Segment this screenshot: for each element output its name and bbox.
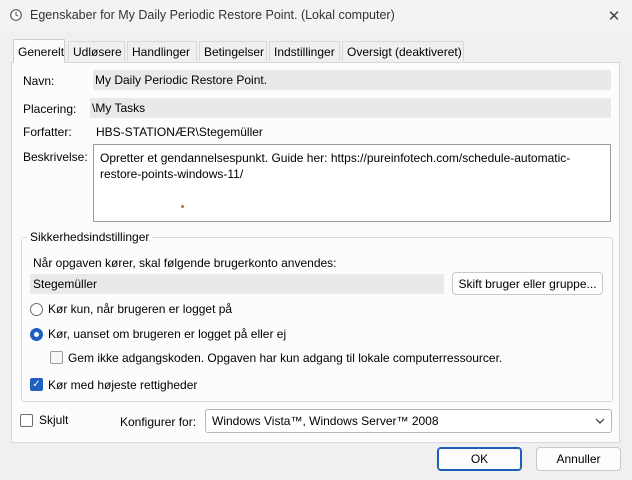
task-clock-icon xyxy=(10,9,22,21)
text-cursor-mark xyxy=(181,205,184,208)
window-title: Egenskaber for My Daily Periodic Restore… xyxy=(30,8,395,22)
checkbox-no-store-password-label[interactable]: Gem ikke adgangskoden. Opgaven har kun a… xyxy=(68,351,502,365)
description-label: Beskrivelse: xyxy=(23,150,88,164)
author-label: Forfatter: xyxy=(23,125,72,139)
change-user-button[interactable]: Skift bruger eller gruppe... xyxy=(452,272,603,295)
radio-run-always[interactable] xyxy=(30,328,43,341)
radio-run-logged-on[interactable] xyxy=(30,303,43,316)
location-field: \My Tasks xyxy=(90,98,611,118)
name-label: Navn: xyxy=(23,74,55,88)
author-value: HBS-STATIONÆR\Stegemüller xyxy=(96,125,263,139)
configure-for-value: Windows Vista™, Windows Server™ 2008 xyxy=(212,414,439,428)
user-account-field: Stegemüller xyxy=(30,274,444,294)
description-textbox[interactable]: Opretter et gendannelsespunkt. Guide her… xyxy=(93,144,611,222)
security-options-legend: Sikkerhedsindstillinger xyxy=(27,230,153,244)
location-label: Placering: xyxy=(23,102,77,116)
checkbox-hidden[interactable] xyxy=(20,414,33,427)
configure-for-label: Konfigurer for: xyxy=(120,415,197,429)
checkbox-highest-privileges[interactable]: ✓ xyxy=(30,378,43,391)
checkbox-highest-privileges-label[interactable]: Kør med højeste rettigheder xyxy=(48,378,197,392)
checkmark-icon: ✓ xyxy=(32,379,41,390)
tab-general[interactable]: Generelt xyxy=(13,39,65,63)
cancel-button[interactable]: Annuller xyxy=(536,447,621,471)
checkbox-hidden-label[interactable]: Skjult xyxy=(39,413,68,427)
close-button[interactable]: ✕ xyxy=(596,0,632,31)
ok-button[interactable]: OK xyxy=(437,447,522,471)
configure-for-dropdown[interactable]: Windows Vista™, Windows Server™ 2008 xyxy=(205,409,612,433)
tab-conditions[interactable]: Betingelser xyxy=(199,41,267,61)
name-field[interactable]: My Daily Periodic Restore Point. xyxy=(93,70,611,90)
chevron-down-icon xyxy=(595,418,605,424)
tab-history[interactable]: Oversigt (deaktiveret) xyxy=(342,41,464,61)
tab-actions[interactable]: Handlinger xyxy=(127,41,197,61)
radio-run-always-label[interactable]: Kør, uanset om brugeren er logget på ell… xyxy=(48,327,286,341)
account-prompt: Når opgaven kører, skal følgende brugerk… xyxy=(33,256,337,270)
tab-triggers[interactable]: Udløsere xyxy=(68,41,125,61)
radio-run-logged-on-label[interactable]: Kør kun, når brugeren er logget på xyxy=(48,302,232,316)
close-icon: ✕ xyxy=(607,7,621,25)
checkbox-no-store-password[interactable] xyxy=(50,351,63,364)
tab-settings[interactable]: Indstillinger xyxy=(269,41,340,61)
